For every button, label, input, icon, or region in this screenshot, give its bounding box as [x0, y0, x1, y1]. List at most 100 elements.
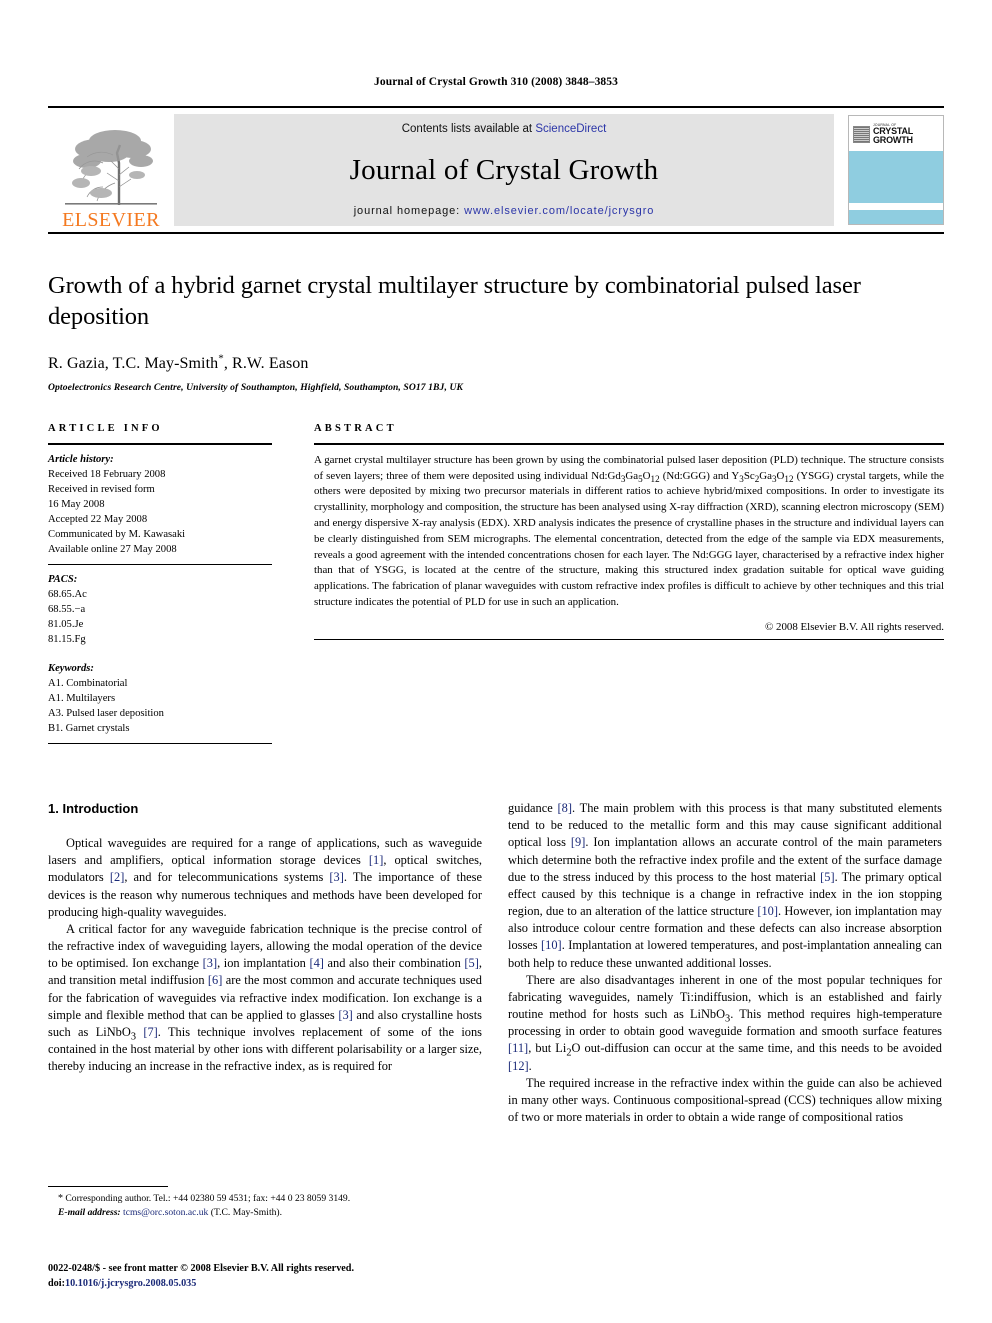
- paragraph: A critical factor for any waveguide fabr…: [48, 921, 482, 1076]
- citation-ref[interactable]: [3]: [203, 956, 217, 970]
- formula-part: Ga: [759, 469, 772, 482]
- history-line: Received in revised form: [48, 483, 155, 495]
- abstract-heading: ABSTRACT: [314, 422, 397, 434]
- citation-ref[interactable]: [1]: [369, 853, 383, 867]
- paragraph: The required increase in the refractive …: [508, 1075, 942, 1125]
- doi-link[interactable]: 10.1016/j.jcrysgro.2008.05.035: [65, 1278, 196, 1289]
- text-run: .: [528, 1058, 532, 1073]
- section-title-introduction: 1. Introduction: [48, 801, 139, 816]
- citation-ref[interactable]: [2]: [110, 870, 124, 884]
- citation-ref[interactable]: [7]: [143, 1025, 157, 1039]
- body-column-right: guidance [8]. The main problem with this…: [508, 800, 942, 1126]
- citation-ref[interactable]: [6]: [208, 973, 222, 987]
- email-owner: (T.C. May-Smith).: [208, 1206, 282, 1218]
- article-history-block: Article history: Received 18 February 20…: [48, 445, 272, 565]
- abstract-text: A garnet crystal multilayer structure ha…: [314, 445, 944, 611]
- contents-list-line: Contents lists available at ScienceDirec…: [402, 123, 607, 135]
- body-columns: 1. Introduction Optical waveguides are r…: [48, 800, 944, 1126]
- abstract-column: ABSTRACT A garnet crystal multilayer str…: [294, 423, 944, 745]
- cover-image-block: [849, 151, 943, 203]
- cover-title-line2: GROWTH: [873, 135, 913, 146]
- history-line: Received 18 February 2008: [48, 468, 166, 480]
- keywords-block: Keywords: A1. Combinatorial A1. Multilay…: [48, 654, 272, 743]
- history-line: Accepted 22 May 2008: [48, 513, 148, 525]
- journal-homepage-link[interactable]: www.elsevier.com/locate/jcrysgro: [464, 205, 654, 217]
- footnote-contact-line: * Corresponding author. Tel.: +44 02380 …: [48, 1192, 482, 1206]
- formula-part: Sc: [743, 469, 755, 482]
- contents-prefix: Contents lists available at: [401, 123, 536, 135]
- citation-ref[interactable]: [10]: [541, 938, 562, 952]
- formula-part: Ga: [625, 469, 639, 482]
- keyword-item: B1. Garnet crystals: [48, 723, 130, 735]
- article-page: Journal of Crystal Growth 310 (2008) 384…: [0, 0, 992, 1323]
- text-run: O out-diffusion can occur at the same ti…: [571, 1041, 942, 1056]
- cover-title-block: JOURNAL OF CRYSTAL GROWTH: [873, 123, 913, 146]
- keyword-item: A1. Combinatorial: [48, 678, 128, 690]
- journal-cover-thumbnail: JOURNAL OF CRYSTAL GROWTH: [848, 115, 944, 225]
- email-address-label: E-mail address:: [58, 1206, 121, 1218]
- history-line: 16 May 2008: [48, 498, 105, 510]
- cover-header: JOURNAL OF CRYSTAL GROWTH: [849, 116, 943, 150]
- formula-subscript: 12: [650, 473, 660, 484]
- citation-ref[interactable]: [4]: [309, 956, 323, 970]
- pacs-code: 68.55.−a: [48, 604, 86, 615]
- author-list: R. Gazia, T.C. May-Smith*, R.W. Eason: [48, 353, 944, 373]
- elsevier-wordmark: ELSEVIER: [62, 209, 160, 231]
- text-run: . Implantation at lowered temperatures, …: [508, 938, 943, 970]
- citation-ref[interactable]: [11]: [508, 1041, 528, 1055]
- formula-part: O: [642, 469, 651, 482]
- citation-ref[interactable]: [3]: [329, 870, 343, 884]
- journal-title: Journal of Crystal Growth: [349, 153, 659, 186]
- text-run: , ion implantation: [217, 956, 310, 971]
- affiliation: Optoelectronics Research Centre, Univers…: [48, 381, 463, 393]
- cover-divider: [849, 203, 943, 210]
- authors-primary: R. Gazia, T.C. May-Smith: [48, 354, 219, 372]
- authors-secondary: , R.W. Eason: [223, 354, 309, 372]
- title-area: Growth of a hybrid garnet crystal multil…: [48, 270, 944, 393]
- abstract-part-3: (YSGG) crystal targets, while the others…: [314, 469, 945, 609]
- text-run: guidance: [508, 801, 558, 815]
- corresponding-author-footnote: * Corresponding author. Tel.: +44 02380 …: [48, 1186, 482, 1219]
- elsevier-logo: ELSEVIER: [48, 108, 174, 232]
- citation-ref[interactable]: [10]: [757, 904, 778, 918]
- citation-ref[interactable]: [3]: [338, 1008, 352, 1022]
- citation-ref[interactable]: [8]: [558, 801, 572, 815]
- keyword-item: A1. Multilayers: [48, 693, 116, 705]
- keyword-item: A3. Pulsed laser deposition: [48, 708, 164, 720]
- cover-mini-image-icon: [853, 126, 870, 143]
- citation-ref[interactable]: [5]: [464, 956, 478, 970]
- pacs-label: PACS:: [48, 573, 78, 585]
- page-footer: 0022-0248/$ - see front matter © 2008 El…: [48, 1262, 668, 1292]
- text-run: , but Li: [528, 1041, 567, 1056]
- article-info-rule-bottom: [48, 743, 272, 745]
- journal-banner: Contents lists available at ScienceDirec…: [174, 114, 834, 226]
- text-run: , and for telecommunications systems: [124, 870, 330, 885]
- abstract-part-2: (Nd:GGG) and Y: [659, 469, 740, 482]
- issn-copyright-line: 0022-0248/$ - see front matter © 2008 El…: [48, 1263, 355, 1274]
- doi-label: doi:: [48, 1277, 65, 1289]
- article-info-heading: ARTICLE INFO: [48, 422, 163, 434]
- pacs-block: PACS: 68.65.Ac 68.55.−a 81.05.Je 81.15.F…: [48, 565, 272, 654]
- text-run: and also their combination: [323, 956, 465, 971]
- cover-footer-block: [849, 210, 943, 224]
- article-info-column: ARTICLE INFO Article history: Received 1…: [48, 423, 294, 745]
- history-line: Available online 27 May 2008: [48, 543, 177, 555]
- formula-subscript: 12: [784, 473, 794, 484]
- keywords-label: Keywords:: [48, 663, 94, 675]
- citation-ref[interactable]: [9]: [571, 835, 585, 849]
- abstract-rule-bottom: [314, 638, 944, 640]
- citation-ref[interactable]: [12]: [508, 1059, 529, 1073]
- running-head: Journal of Crystal Growth 310 (2008) 384…: [374, 76, 618, 88]
- footnote-contact-text: Corresponding author. Tel.: +44 02380 59…: [63, 1193, 351, 1204]
- email-link[interactable]: tcms@orc.soton.ac.uk: [123, 1207, 208, 1218]
- doi-line: doi:10.1016/j.jcrysgro.2008.05.035: [48, 1277, 668, 1292]
- pacs-code: 68.65.Ac: [48, 588, 87, 600]
- footnote-email-line: E-mail address: tcms@orc.soton.ac.uk (T.…: [48, 1206, 482, 1219]
- sciencedirect-link[interactable]: ScienceDirect: [535, 123, 606, 135]
- footnote-rule: [48, 1186, 168, 1187]
- citation-ref[interactable]: [5]: [820, 870, 834, 884]
- body-column-left: 1. Introduction Optical waveguides are r…: [48, 800, 482, 1126]
- elsevier-tree-icon: [65, 130, 157, 205]
- pacs-code: 81.15.Fg: [48, 634, 86, 646]
- journal-homepage-line: journal homepage: www.elsevier.com/locat…: [354, 205, 655, 217]
